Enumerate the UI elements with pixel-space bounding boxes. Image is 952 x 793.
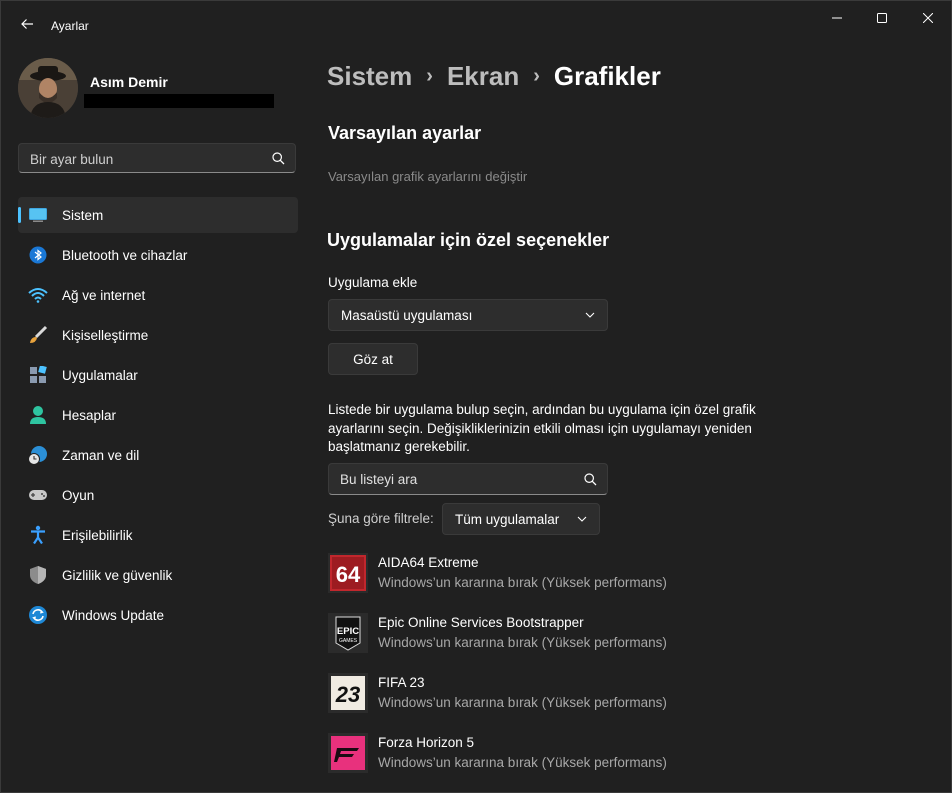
avatar-image [18, 58, 78, 118]
app-list-item-epic[interactable]: EPIC GAMES Epic Online Services Bootstrap… [328, 613, 828, 665]
sidebar-item-label: Erişilebilirlik [62, 528, 133, 543]
aida64-icon: 64 [328, 553, 368, 593]
sidebar-item-privacy[interactable]: Gizlilik ve güvenlik [18, 557, 298, 593]
maximize-icon [877, 13, 887, 23]
sidebar-item-label: Hesaplar [62, 408, 117, 423]
sidebar-item-apps[interactable]: Uygulamalar [18, 357, 298, 393]
account-icon [28, 405, 48, 425]
chevron-down-icon [577, 516, 587, 522]
sidebar-item-label: Ağ ve internet [62, 288, 146, 303]
sidebar-item-label: Bluetooth ve cihazlar [62, 248, 188, 263]
shield-icon [28, 565, 48, 585]
list-search-placeholder: Bu listeyi ara [340, 472, 418, 487]
chevron-down-icon [585, 312, 595, 318]
apps-icon [28, 365, 48, 385]
svg-text:GAMES: GAMES [339, 638, 358, 644]
app-list-search-input[interactable]: Bu listeyi ara [328, 463, 608, 495]
brush-icon [28, 325, 48, 345]
user-profile[interactable]: Asım Demir [18, 58, 298, 122]
sidebar-item-personalization[interactable]: Kişiselleştirme [18, 317, 298, 353]
change-default-graphics-link[interactable]: Varsayılan grafik ayarlarını değiştir [328, 169, 527, 184]
sidebar-item-time-language[interactable]: Zaman ve dil [18, 437, 298, 473]
sidebar-nav: Sistem Bluetooth ve cihazlar Ağ ve inter… [18, 197, 298, 637]
breadcrumb: Sistem › Ekran › Grafikler [327, 61, 661, 92]
sidebar-item-label: Kişiselleştirme [62, 328, 149, 343]
wifi-icon [28, 285, 48, 305]
browse-button[interactable]: Göz at [328, 343, 418, 375]
app-name: Forza Horizon 5 [378, 735, 475, 750]
defaults-heading: Varsayılan ayarlar [328, 123, 482, 143]
sidebar-item-label: Oyun [62, 488, 95, 503]
breadcrumb-sistem[interactable]: Sistem [327, 61, 412, 91]
epic-games-icon: EPIC GAMES [328, 613, 368, 653]
globe-clock-icon [28, 445, 48, 465]
sidebar-item-label: Zaman ve dil [62, 448, 140, 463]
app-name: FIFA 23 [378, 675, 425, 690]
search-icon [272, 152, 285, 165]
filter-value: Tüm uygulamalar [455, 512, 560, 527]
forza-horizon-icon [328, 733, 368, 773]
arrow-left-icon [21, 19, 33, 29]
avatar [18, 58, 78, 118]
filter-dropdown[interactable]: Tüm uygulamalar [442, 503, 600, 535]
app-type-dropdown[interactable]: Masaüstü uygulaması [328, 299, 608, 331]
app-graphics-preference: Windows’un kararına bırak (Yüksek perfor… [378, 695, 667, 710]
sidebar-item-accounts[interactable]: Hesaplar [18, 397, 298, 433]
filter-label: Şuna göre filtrele: [328, 511, 434, 526]
chevron-right-icon: › [426, 65, 433, 87]
sidebar-item-bluetooth[interactable]: Bluetooth ve cihazlar [18, 237, 298, 273]
app-type-value: Masaüstü uygulaması [341, 308, 473, 323]
maximize-button[interactable] [859, 1, 905, 35]
page-title: Grafikler [553, 61, 661, 91]
minimize-icon [832, 17, 842, 19]
search-icon [584, 473, 597, 486]
gamepad-icon [28, 485, 48, 505]
sidebar-item-label: Gizlilik ve güvenlik [62, 568, 173, 583]
settings-search-input[interactable]: Bir ayar bulun [18, 143, 296, 173]
close-icon [923, 13, 933, 23]
sidebar-item-sistem[interactable]: Sistem [18, 197, 298, 233]
sidebar-item-label: Sistem [62, 208, 104, 223]
settings-window: Ayarlar Asım Demir Bir ayar bulun Sistem… [0, 0, 952, 793]
windows-update-icon [28, 605, 48, 625]
app-list-item-fifa23[interactable]: 23 FIFA 23 Windows’un kararına bırak (Yü… [328, 673, 828, 725]
user-email-redacted [84, 94, 274, 108]
app-graphics-preference: Windows’un kararına bırak (Yüksek perfor… [378, 635, 667, 650]
sidebar-item-label: Uygulamalar [62, 368, 138, 383]
accessibility-icon [28, 525, 48, 545]
sidebar-item-accessibility[interactable]: Erişilebilirlik [18, 517, 298, 553]
app-name: Epic Online Services Bootstrapper [378, 615, 584, 630]
title-bar: Ayarlar [1, 1, 951, 49]
app-list-item-forza[interactable]: Forza Horizon 5 Windows’un kararına bıra… [328, 733, 828, 785]
search-placeholder: Bir ayar bulun [30, 152, 114, 167]
back-button[interactable] [13, 10, 41, 38]
close-button[interactable] [905, 1, 951, 35]
user-name: Asım Demir [90, 74, 168, 90]
app-graphics-preference: Windows’un kararına bırak (Yüksek perfor… [378, 575, 667, 590]
chevron-right-icon: › [533, 65, 540, 87]
fifa23-icon-text: 23 [335, 682, 360, 707]
epic-icon-text: EPIC [337, 626, 359, 637]
breadcrumb-ekran[interactable]: Ekran [447, 61, 519, 91]
sidebar-item-network[interactable]: Ağ ve internet [18, 277, 298, 313]
fifa23-icon: 23 [328, 673, 368, 713]
minimize-button[interactable] [814, 1, 860, 35]
monitor-icon [28, 205, 48, 225]
add-app-label: Uygulama ekle [328, 275, 418, 290]
app-list-item-aida64[interactable]: 64 AIDA64 Extreme Windows’un kararına bı… [328, 553, 828, 605]
bluetooth-icon [28, 245, 48, 265]
aida64-icon-text: 64 [336, 562, 361, 587]
custom-options-heading: Uygulamalar için özel seçenekler [327, 230, 610, 250]
sidebar-item-gaming[interactable]: Oyun [18, 477, 298, 513]
app-graphics-preference: Windows’un kararına bırak (Yüksek perfor… [378, 755, 667, 770]
sidebar-item-label: Windows Update [62, 608, 165, 623]
app-name: AIDA64 Extreme [378, 555, 479, 570]
window-title: Ayarlar [51, 19, 89, 33]
sidebar-item-windows-update[interactable]: Windows Update [18, 597, 298, 633]
custom-options-description: Listede bir uygulama bulup seçin, ardınd… [328, 402, 756, 454]
